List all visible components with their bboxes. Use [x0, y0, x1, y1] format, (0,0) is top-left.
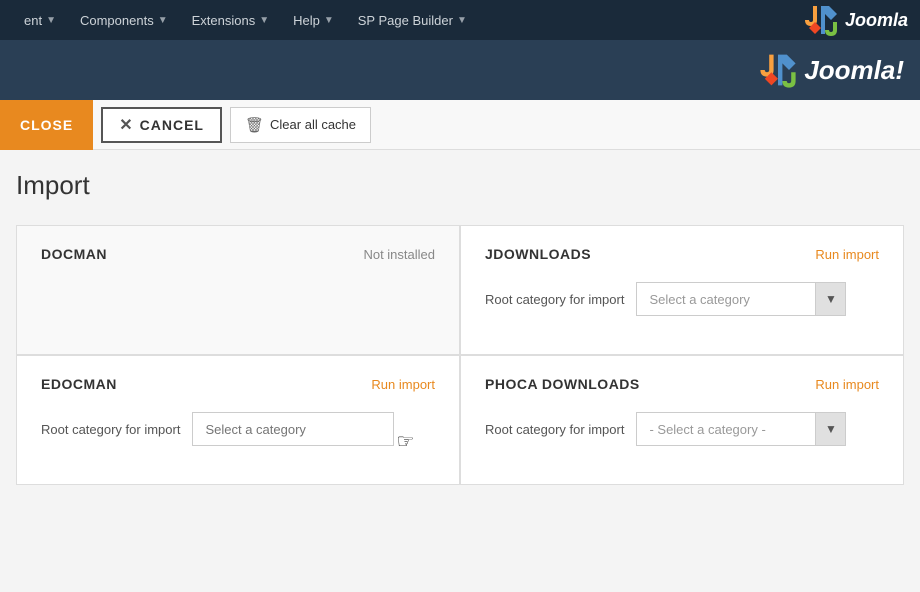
nav-label-components: Components	[80, 13, 154, 28]
phoca-category-select[interactable]: - Select a category -	[636, 412, 816, 446]
nav-item-content[interactable]: ent ▼	[12, 0, 68, 40]
brand-bar: Joomla!	[0, 40, 920, 100]
clear-cache-label: Clear all cache	[270, 117, 356, 132]
nav-arrow-sp: ▼	[457, 15, 467, 26]
main-content: Import Docman Not installed JDOWNLOADS R…	[0, 150, 920, 505]
nav-arrow-components: ▼	[158, 15, 168, 26]
phoca-title: PHOCA DOWNLOADS	[485, 376, 640, 392]
import-section-jdownloads: JDOWNLOADS Run import Root category for …	[460, 225, 904, 355]
jdownloads-select-arrow[interactable]: ▼	[816, 282, 846, 316]
cancel-x-icon: ✕	[119, 115, 133, 135]
joomla-logo-icon	[801, 0, 841, 40]
nav-arrow-help: ▼	[324, 15, 334, 26]
docman-title: Docman	[41, 246, 107, 262]
edocman-run-import-link[interactable]: Run import	[371, 377, 435, 392]
phoca-run-import-link[interactable]: Run import	[815, 377, 879, 392]
nav-item-sp-page-builder[interactable]: SP Page Builder ▼	[346, 0, 479, 40]
import-section-phoca: PHOCA DOWNLOADS Run import Root category…	[460, 355, 904, 485]
phoca-select-wrapper: - Select a category - ▼	[636, 412, 846, 446]
jdownloads-category-select[interactable]: Select a category	[636, 282, 816, 316]
edocman-category-input[interactable]	[192, 412, 394, 446]
cursor-hand-icon: ☞	[397, 429, 415, 454]
nav-arrow-content: ▼	[46, 15, 56, 26]
nav-arrow-extensions: ▼	[259, 15, 269, 26]
jdownloads-run-import-link[interactable]: Run import	[815, 247, 879, 262]
phoca-form-label: Root category for import	[485, 422, 624, 437]
edocman-title: EDOCMAN	[41, 376, 117, 392]
edocman-select-wrapper: ☞	[192, 412, 394, 446]
nav-label-extensions: Extensions	[192, 13, 256, 28]
brand-logo-large: Joomla!	[756, 48, 904, 92]
phoca-form-row: Root category for import - Select a cate…	[485, 412, 879, 446]
nav-item-help[interactable]: Help ▼	[281, 0, 346, 40]
brand-joomla-text: Joomla!	[804, 55, 904, 86]
import-section-docman: Docman Not installed	[16, 225, 460, 355]
clear-cache-button[interactable]: 🗑 Clear all cache	[230, 107, 371, 143]
nav-label-help: Help	[293, 13, 320, 28]
jdownloads-title: JDOWNLOADS	[485, 246, 591, 262]
navbar-right: Joomla	[801, 0, 908, 40]
navbar-left: ent ▼ Components ▼ Extensions ▼ Help ▼ S…	[12, 0, 479, 40]
phoca-select-arrow[interactable]: ▼	[816, 412, 846, 446]
jdownloads-form-label: Root category for import	[485, 292, 624, 307]
joomla-brand: Joomla	[801, 0, 908, 40]
cancel-label: CANCEL	[140, 117, 204, 133]
cancel-button[interactable]: ✕ CANCEL	[101, 107, 222, 143]
import-grid: Docman Not installed JDOWNLOADS Run impo…	[16, 225, 904, 485]
edocman-form-row: Root category for import ☞	[41, 412, 435, 446]
nav-label-content: ent	[24, 13, 42, 28]
jdownloads-form-row: Root category for import Select a catego…	[485, 282, 879, 316]
toolbar: CLOSE ✕ CANCEL 🗑 Clear all cache	[0, 100, 920, 150]
jdownloads-select-wrapper: Select a category ▼	[636, 282, 846, 316]
navbar: ent ▼ Components ▼ Extensions ▼ Help ▼ S…	[0, 0, 920, 40]
nav-item-components[interactable]: Components ▼	[68, 0, 180, 40]
close-button[interactable]: CLOSE	[0, 100, 93, 150]
edocman-header: EDOCMAN Run import	[41, 376, 435, 392]
import-section-edocman: EDOCMAN Run import Root category for imp…	[16, 355, 460, 485]
nav-label-sp: SP Page Builder	[358, 13, 453, 28]
phoca-header: PHOCA DOWNLOADS Run import	[485, 376, 879, 392]
docman-header: Docman Not installed	[41, 246, 435, 262]
trash-icon: 🗑	[245, 116, 264, 134]
joomla-text: Joomla	[845, 10, 908, 31]
jdownloads-header: JDOWNLOADS Run import	[485, 246, 879, 262]
joomla-brand-icon	[756, 48, 800, 92]
page-title: Import	[16, 170, 904, 201]
nav-item-extensions[interactable]: Extensions ▼	[180, 0, 282, 40]
docman-status: Not installed	[363, 247, 435, 262]
edocman-form-label: Root category for import	[41, 422, 180, 437]
